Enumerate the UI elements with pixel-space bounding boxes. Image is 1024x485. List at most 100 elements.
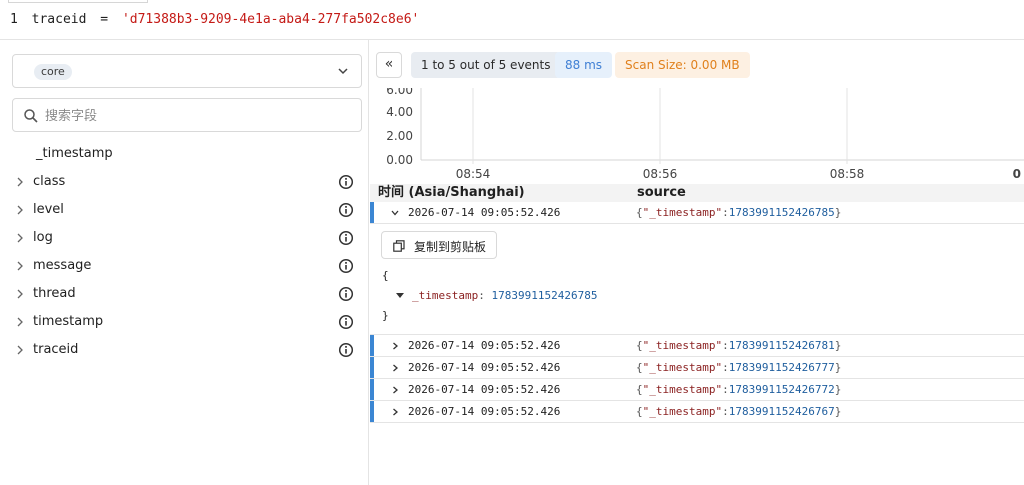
collapse-sidebar-button[interactable]: « xyxy=(376,52,402,78)
chevron-right-icon[interactable] xyxy=(14,204,26,216)
field-item[interactable]: thread xyxy=(0,280,368,308)
field-item[interactable]: timestamp xyxy=(0,308,368,336)
field-item[interactable]: traceid xyxy=(0,336,368,364)
source-value: 1783991152426767 xyxy=(728,405,835,418)
y-tick-label: 0.00 xyxy=(386,153,413,167)
field-sidebar: core _timestampclass level log message threa… xyxy=(0,40,369,485)
table-row[interactable]: 2026-07-14 09:05:52.426 {"_timestamp":178… xyxy=(370,202,1024,224)
source-key: "_timestamp" xyxy=(642,206,723,219)
row-time: 2026-07-14 09:05:52.426 xyxy=(408,339,561,352)
query-editor[interactable]: 1 traceid = 'd71388b3-9209-4e1a-aba4-277… xyxy=(0,0,1024,40)
row-time: 2026-07-14 09:05:52.426 xyxy=(408,206,561,219)
scan-size-badge: Scan Size: 0.00 MB xyxy=(615,52,750,78)
chevron-right-icon[interactable] xyxy=(14,288,26,300)
field-item[interactable]: level xyxy=(0,196,368,224)
field-search-input[interactable] xyxy=(45,105,345,127)
source-value: 1783991152426781 xyxy=(728,339,835,352)
info-icon[interactable] xyxy=(338,258,354,274)
field-name: log xyxy=(33,230,53,245)
x-tick-label: 0 xyxy=(1013,167,1021,181)
info-icon[interactable] xyxy=(338,174,354,190)
source-key: "_timestamp" xyxy=(642,383,723,396)
field-name: thread xyxy=(33,286,76,301)
chevron-right-icon[interactable] xyxy=(14,176,26,188)
chevron-right-icon[interactable] xyxy=(14,232,26,244)
row-indicator xyxy=(370,335,374,356)
info-icon[interactable] xyxy=(338,230,354,246)
row-indicator xyxy=(370,357,374,378)
json-entry[interactable]: _timestamp: 1783991152426785 xyxy=(382,289,597,309)
field-list: _timestampclass level log message thread time… xyxy=(0,140,368,364)
copy-icon xyxy=(393,240,405,252)
row-source: {"_timestamp":1783991152426785} xyxy=(636,206,842,219)
field-item[interactable]: _timestamp xyxy=(0,140,368,168)
chevron-right-icon[interactable] xyxy=(14,316,26,328)
table-row[interactable]: 2026-07-14 09:05:52.426 {"_timestamp":178… xyxy=(370,379,1024,401)
json-viewer: { _timestamp: 1783991152426785 } xyxy=(382,269,597,329)
source-value: 1783991152426785 xyxy=(728,206,835,219)
field-name: timestamp xyxy=(33,314,104,329)
chevron-down-icon[interactable] xyxy=(390,208,400,218)
query-operator: = xyxy=(100,12,109,27)
row-time: 2026-07-14 09:05:52.426 xyxy=(408,383,561,396)
source-value: 1783991152426777 xyxy=(728,361,835,374)
y-tick-label: 6.00 xyxy=(386,88,413,97)
json-value: 1783991152426785 xyxy=(491,289,598,302)
field-item[interactable]: log xyxy=(0,224,368,252)
query-field: traceid xyxy=(31,12,87,27)
source-value: 1783991152426772 xyxy=(728,383,835,396)
field-name: message xyxy=(33,258,92,273)
expanded-row-detail: 复制到剪贴板 { _timestamp: 1783991152426785 } xyxy=(370,225,1024,335)
table-row[interactable]: 2026-07-14 09:05:52.426 {"_timestamp":178… xyxy=(370,357,1024,379)
results-toolbar: « 1 to 5 out of 5 events 88 ms Scan Size… xyxy=(370,40,1024,88)
chevron-right-icon[interactable] xyxy=(14,344,26,356)
field-search-box[interactable] xyxy=(12,98,362,132)
source-key: "_timestamp" xyxy=(642,361,723,374)
json-open-brace: { xyxy=(382,269,389,282)
copy-to-clipboard-button[interactable]: 复制到剪贴板 xyxy=(381,231,497,259)
info-icon[interactable] xyxy=(338,286,354,302)
query-tab-edge xyxy=(8,0,148,3)
source-key: "_timestamp" xyxy=(642,339,723,352)
field-name: traceid xyxy=(33,342,79,357)
caret-down-icon[interactable] xyxy=(396,293,404,298)
query-value: 'd71388b3-9209-4e1a-aba4-277fa502c8e6' xyxy=(121,12,420,27)
column-header-time[interactable]: 时间 (Asia/Shanghai) xyxy=(378,184,525,202)
chevron-down-icon xyxy=(338,68,348,75)
field-name: class xyxy=(33,174,66,189)
x-tick-label: 08:56 xyxy=(643,167,678,181)
json-key: _timestamp xyxy=(412,289,479,302)
copy-button-label: 复制到剪贴板 xyxy=(414,240,487,254)
field-item[interactable]: message xyxy=(0,252,368,280)
row-source: {"_timestamp":1783991152426777} xyxy=(636,361,842,374)
info-icon[interactable] xyxy=(338,342,354,358)
chevron-right-icon[interactable] xyxy=(14,260,26,272)
query-line[interactable]: 1 traceid = 'd71388b3-9209-4e1a-aba4-277… xyxy=(10,12,419,27)
table-row[interactable]: 2026-07-14 09:05:52.426 {"_timestamp":178… xyxy=(370,401,1024,423)
stream-select[interactable]: core xyxy=(12,54,362,88)
json-close-brace: } xyxy=(382,309,389,322)
row-source: {"_timestamp":1783991152426772} xyxy=(636,383,842,396)
row-source: {"_timestamp":1783991152426767} xyxy=(636,405,842,418)
row-time: 2026-07-14 09:05:52.426 xyxy=(408,361,561,374)
events-count-badge: 1 to 5 out of 5 events xyxy=(411,52,561,78)
row-source: {"_timestamp":1783991152426781} xyxy=(636,339,842,352)
line-number: 1 xyxy=(10,12,18,27)
chevron-right-icon[interactable] xyxy=(390,363,400,373)
took-time-badge: 88 ms xyxy=(555,52,613,78)
field-name: _timestamp xyxy=(36,146,113,161)
chevron-right-icon[interactable] xyxy=(390,407,400,417)
column-header-source[interactable]: source xyxy=(637,184,686,202)
info-icon[interactable] xyxy=(338,202,354,218)
chevron-right-icon[interactable] xyxy=(390,385,400,395)
results-panel: « 1 to 5 out of 5 events 88 ms Scan Size… xyxy=(370,40,1024,485)
field-item[interactable]: class xyxy=(0,168,368,196)
source-key: "_timestamp" xyxy=(642,405,723,418)
row-indicator xyxy=(370,401,374,422)
table-row[interactable]: 2026-07-14 09:05:52.426 {"_timestamp":178… xyxy=(370,335,1024,357)
field-name: level xyxy=(33,202,64,217)
chevron-right-icon[interactable] xyxy=(390,341,400,351)
info-icon[interactable] xyxy=(338,314,354,330)
row-time: 2026-07-14 09:05:52.426 xyxy=(408,405,561,418)
row-indicator xyxy=(370,379,374,400)
